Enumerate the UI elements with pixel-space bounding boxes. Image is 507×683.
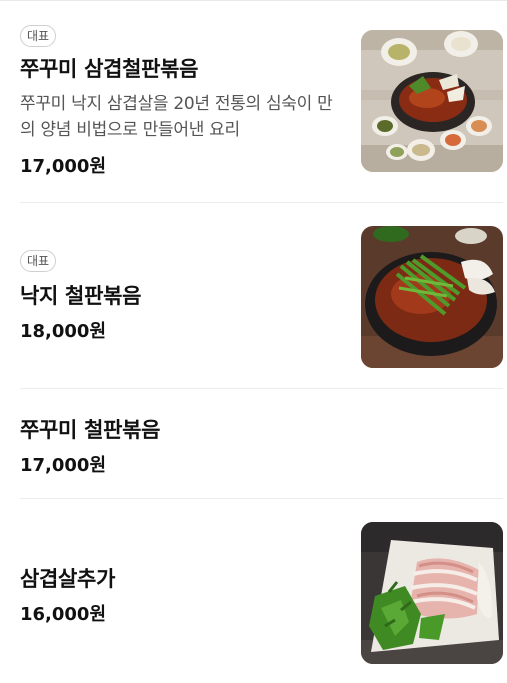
menu-item-name: 쭈꾸미 철판볶음 [20,418,161,442]
menu-item-description: 쭈꾸미 낙지 삼겹살을 20년 전통의 심숙이 만의 양념 비법으로 만들어낸 … [20,94,333,140]
menu-item-name: 삼겹살추가 [20,567,116,591]
menu-item-photo[interactable] [361,226,503,368]
menu-divider [20,202,503,203]
menu-item-photo[interactable] [361,30,503,172]
food-photo-nakji [361,226,503,368]
menu-item-photo[interactable] [361,522,503,664]
signature-badge: 대표 [20,25,57,47]
menu-divider [20,388,503,389]
signature-badge: 대표 [20,250,57,272]
menu-divider [20,498,503,499]
menu-list: 대표 쭈꾸미 삼겹철판볶음 쭈꾸미 낙지 삼겹살을 20년 전통의 심숙이 만의… [0,0,507,683]
menu-item-price: 17,000원 [20,455,107,476]
menu-item-name: 낙지 철판볶음 [20,284,142,308]
menu-item-price: 17,000원 [20,156,107,177]
food-photo-jjukkumi-samgyeop [361,30,503,172]
menu-item-price: 16,000원 [20,604,107,625]
menu-item-name: 쭈꾸미 삼겹철판볶음 [20,57,199,81]
food-photo-samgyeopsal [361,522,503,664]
menu-item-price: 18,000원 [20,321,107,342]
